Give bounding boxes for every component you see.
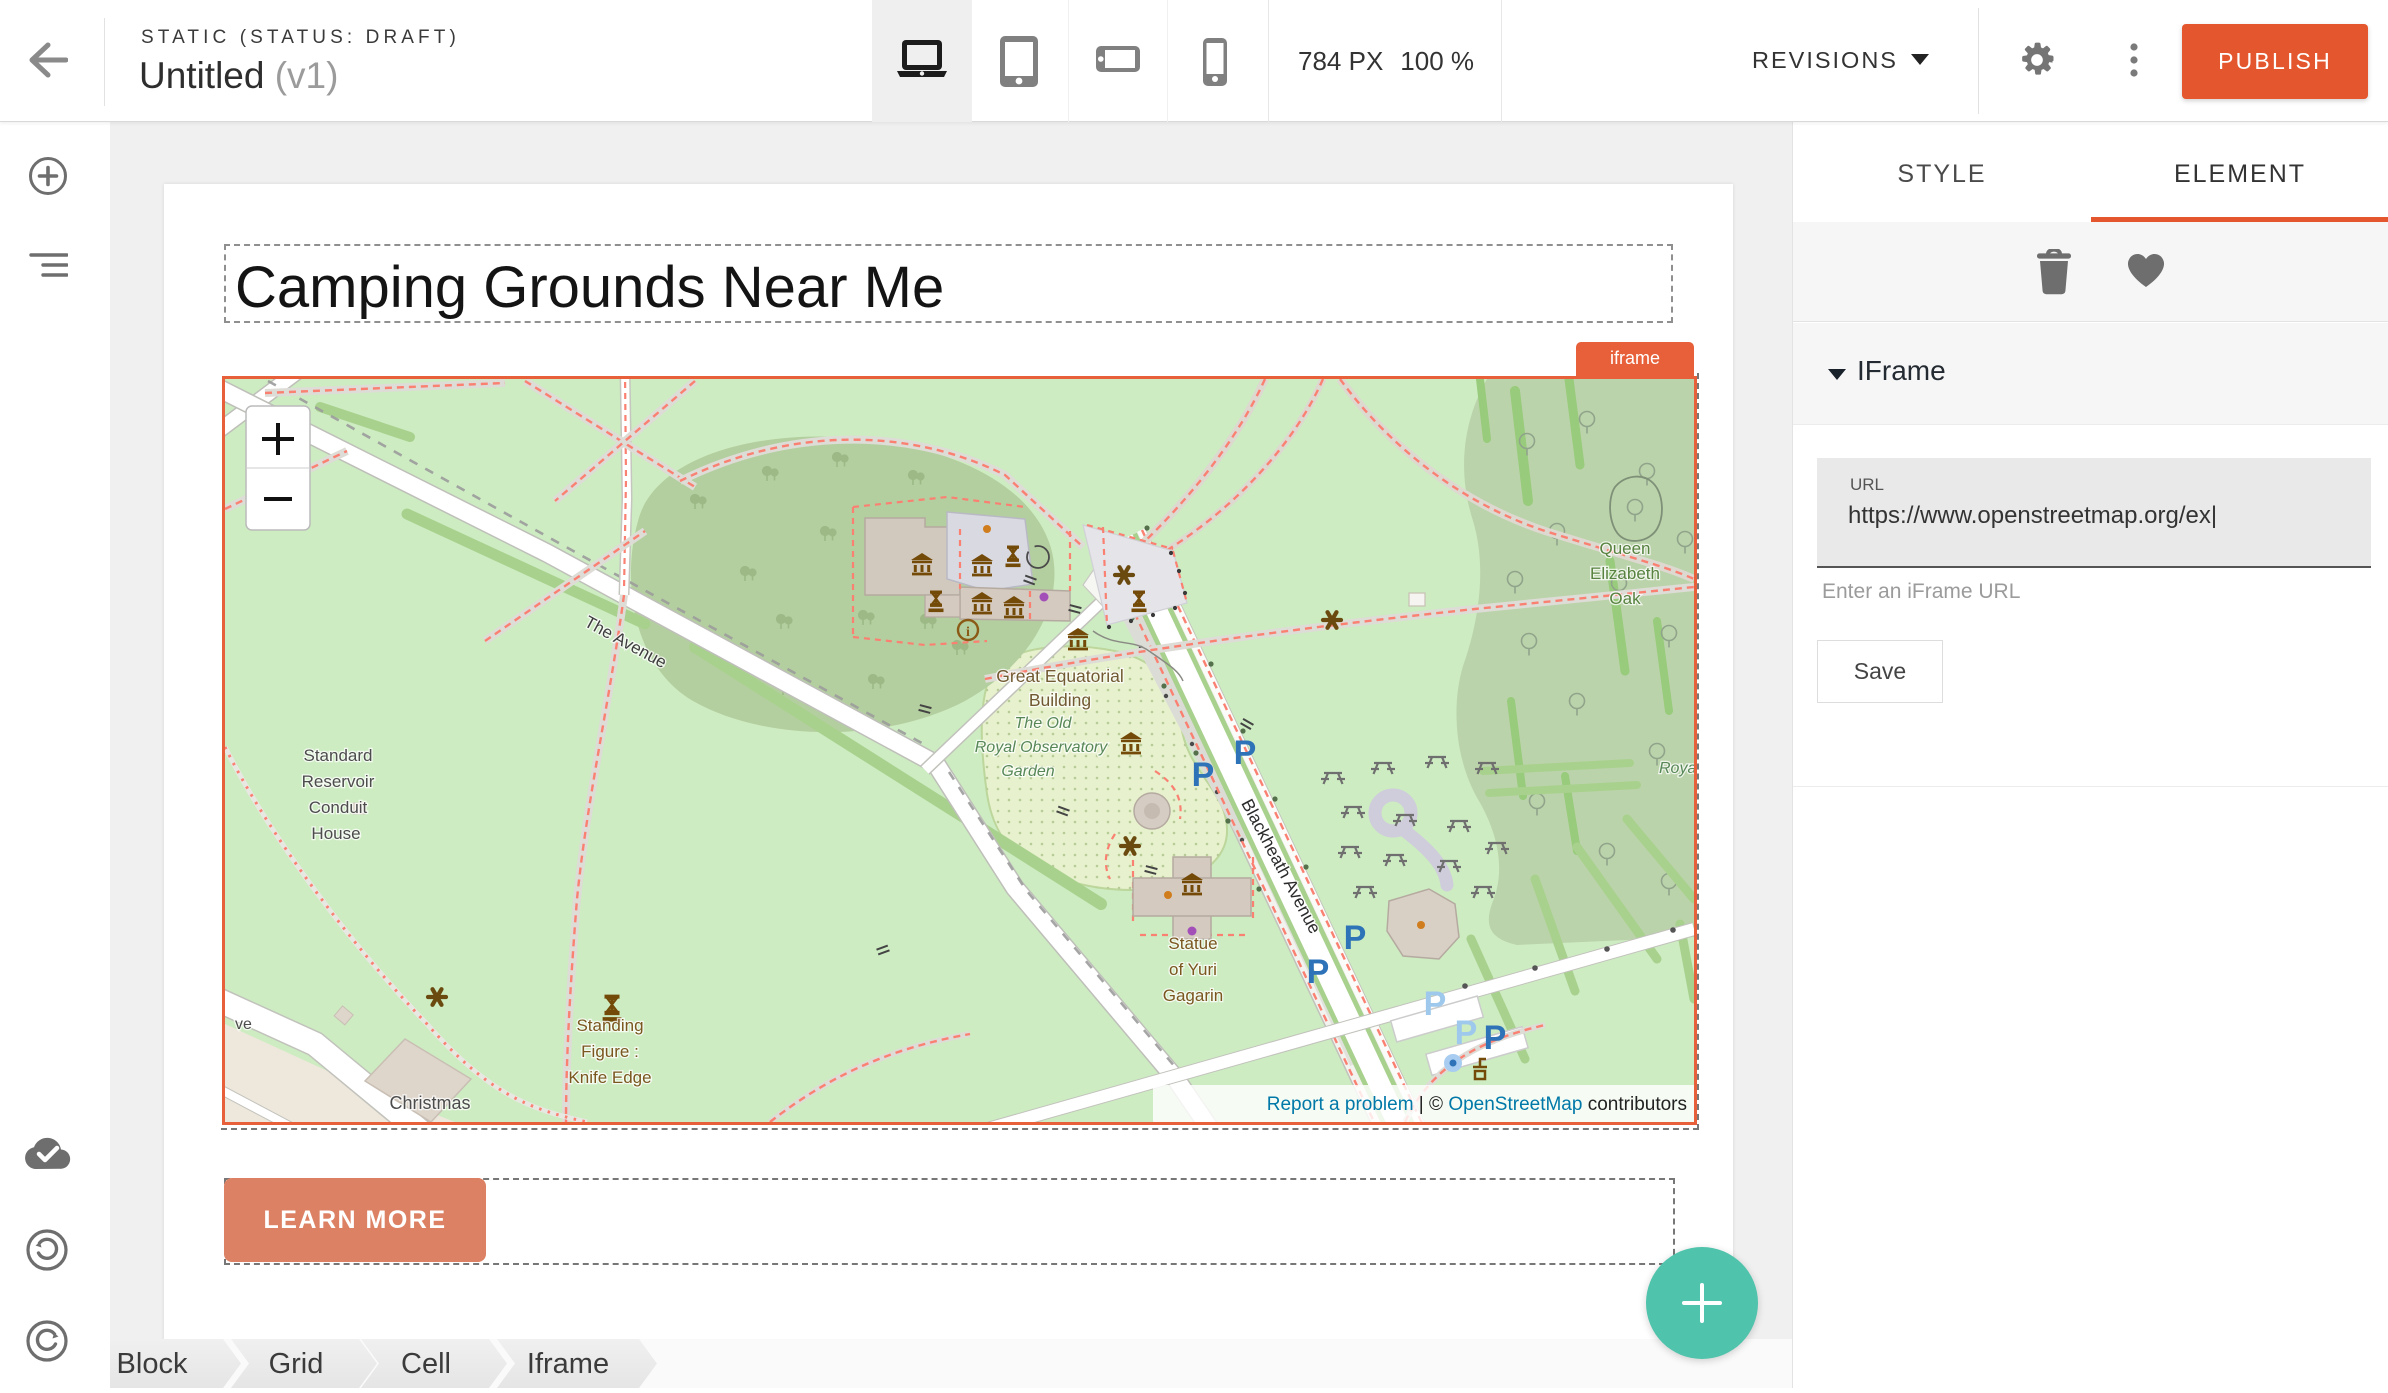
svg-text:Oak: Oak: [1609, 589, 1641, 608]
svg-text:of Yuri: of Yuri: [1169, 960, 1217, 979]
svg-text:Report a problem | © OpenStree: Report a problem | © OpenStreetMap contr…: [1267, 1094, 1687, 1115]
svg-text:Iframe: Iframe: [527, 1348, 609, 1380]
svg-text:Standing: Standing: [576, 1016, 643, 1035]
svg-text:Statue: Statue: [1168, 934, 1217, 953]
svg-text:P: P: [1424, 985, 1447, 1023]
svg-text:Roya: Roya: [1659, 760, 1694, 777]
svg-text:Garden: Garden: [1001, 763, 1054, 780]
svg-text:Grid: Grid: [269, 1348, 324, 1380]
svg-text:P: P: [1307, 953, 1330, 991]
svg-text:P: P: [1484, 1019, 1507, 1057]
svg-text:Figure :: Figure :: [581, 1042, 639, 1061]
svg-text:Reservoir: Reservoir: [302, 772, 375, 791]
svg-text:Christmas: Christmas: [389, 1093, 470, 1113]
svg-text:Elizabeth: Elizabeth: [1590, 564, 1660, 583]
svg-text:Standard: Standard: [304, 746, 373, 765]
svg-text:i: i: [966, 625, 970, 640]
svg-text:P: P: [1192, 756, 1215, 794]
svg-text:Great Equatorial: Great Equatorial: [996, 666, 1123, 686]
svg-text:Queen: Queen: [1599, 539, 1650, 558]
svg-text:Knife Edge: Knife Edge: [568, 1068, 651, 1087]
svg-text:Royal Observatory: Royal Observatory: [975, 739, 1108, 756]
svg-text:Cell: Cell: [401, 1348, 451, 1380]
svg-text:ve: ve: [235, 1016, 252, 1033]
svg-text:Block: Block: [117, 1348, 188, 1380]
svg-text:P: P: [1234, 734, 1257, 772]
svg-text:Building: Building: [1029, 690, 1091, 710]
svg-text:Gagarin: Gagarin: [1163, 986, 1223, 1005]
svg-text:House: House: [311, 824, 360, 843]
svg-text:Conduit: Conduit: [309, 798, 368, 817]
svg-text:The Old: The Old: [1015, 715, 1073, 732]
svg-text:P: P: [1455, 1014, 1478, 1052]
svg-text:P: P: [1344, 919, 1367, 957]
